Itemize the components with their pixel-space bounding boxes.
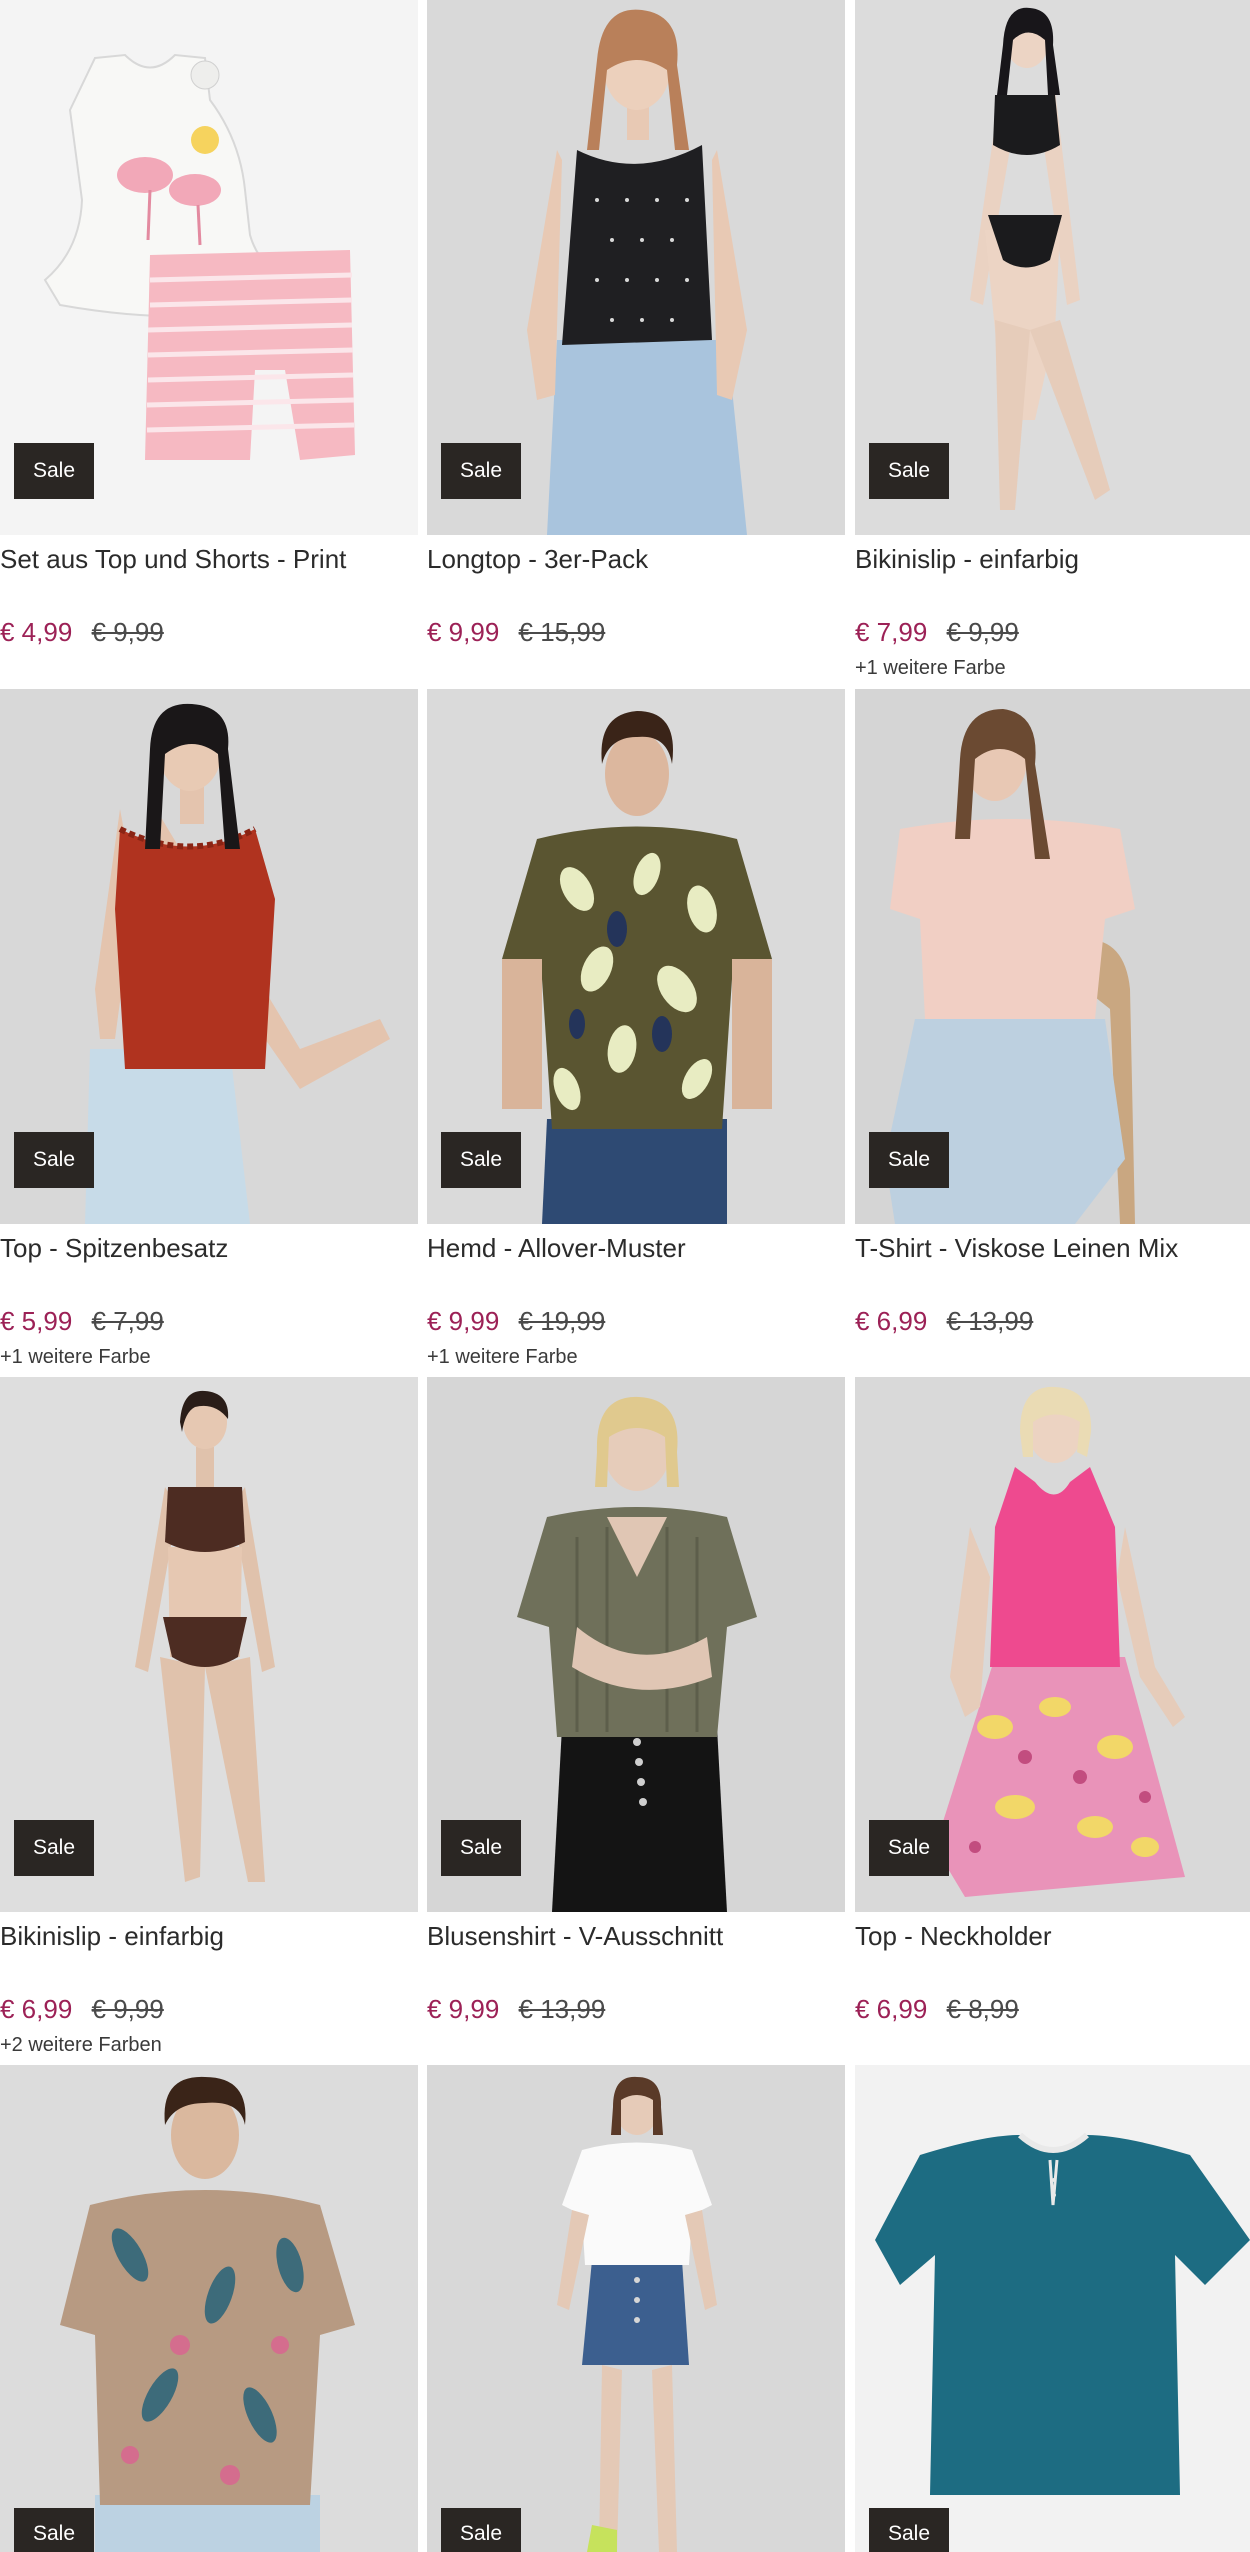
sale-badge: Sale: [869, 1820, 949, 1876]
color-variants-note: +2 weitere Farben: [0, 2034, 162, 2056]
product-card[interactable]: Sale: [0, 2065, 418, 2552]
product-image[interactable]: [855, 2065, 1250, 2552]
sale-price: € 9,99: [427, 617, 500, 647]
product-card[interactable]: Sale Set aus Top und Shorts - Print € 4,…: [0, 0, 418, 688]
original-price: € 9,99: [91, 1994, 164, 2024]
price-row: € 6,99 € 8,99: [855, 1993, 1019, 2025]
product-image[interactable]: [0, 2065, 418, 2552]
price-row: € 7,99 € 9,99: [855, 616, 1019, 648]
original-price: € 13,99: [946, 1306, 1034, 1336]
product-card[interactable]: Sale Hemd - Allover-Muster € 9,99 € 19,9…: [427, 689, 845, 1377]
sale-price: € 6,99: [855, 1306, 928, 1336]
product-card[interactable]: Sale Bikinislip - einfarbig € 6,99 € 9,9…: [0, 1377, 418, 2065]
product-title[interactable]: Bikinislip - einfarbig: [0, 1920, 418, 1952]
product-title[interactable]: Top - Neckholder: [855, 1920, 1250, 1952]
price-row: € 9,99 € 15,99: [427, 616, 605, 648]
price-row: € 5,99 € 7,99: [0, 1305, 164, 1337]
sale-price: € 5,99: [0, 1306, 73, 1336]
sale-price: € 6,99: [855, 1994, 928, 2024]
sale-badge: Sale: [14, 2508, 94, 2552]
color-variants-note: +1 weitere Farbe: [855, 657, 1006, 679]
price-row: € 9,99 € 13,99: [427, 1993, 605, 2025]
original-price: € 13,99: [518, 1994, 606, 2024]
product-grid: Sale Set aus Top und Shorts - Print € 4,…: [0, 0, 1250, 2552]
sale-price: € 9,99: [427, 1994, 500, 2024]
price-row: € 9,99 € 19,99: [427, 1305, 605, 1337]
product-title[interactable]: Hemd - Allover-Muster: [427, 1232, 845, 1264]
color-variants-note: +1 weitere Farbe: [0, 1346, 151, 1368]
sale-badge: Sale: [869, 443, 949, 499]
price-row: € 6,99 € 9,99: [0, 1993, 164, 2025]
product-card[interactable]: Sale Blusenshirt - V-Ausschnitt € 9,99 €…: [427, 1377, 845, 2065]
product-card[interactable]: Sale Top - Neckholder € 6,99 € 8,99: [855, 1377, 1250, 2065]
product-card[interactable]: Sale Longtop - 3er-Pack € 9,99 € 15,99: [427, 0, 845, 688]
price-row: € 4,99 € 9,99: [0, 616, 164, 648]
sale-badge: Sale: [14, 443, 94, 499]
original-price: € 15,99: [518, 617, 606, 647]
product-title[interactable]: Longtop - 3er-Pack: [427, 543, 845, 575]
original-price: € 9,99: [946, 617, 1019, 647]
product-card[interactable]: Sale T-Shirt - Viskose Leinen Mix € 6,99…: [855, 689, 1250, 1377]
product-title[interactable]: Bikinislip - einfarbig: [855, 543, 1250, 575]
product-card[interactable]: Sale Bikinislip - einfarbig € 7,99 € 9,9…: [855, 0, 1250, 688]
sale-badge: Sale: [869, 2508, 949, 2552]
sale-badge: Sale: [441, 2508, 521, 2552]
sale-badge: Sale: [14, 1820, 94, 1876]
product-image[interactable]: [427, 2065, 845, 2552]
product-title[interactable]: T-Shirt - Viskose Leinen Mix: [855, 1232, 1250, 1264]
sale-badge: Sale: [441, 1820, 521, 1876]
sale-badge: Sale: [869, 1132, 949, 1188]
original-price: € 19,99: [518, 1306, 606, 1336]
product-card[interactable]: Sale: [855, 2065, 1250, 2552]
sale-badge: Sale: [14, 1132, 94, 1188]
sale-price: € 6,99: [0, 1994, 73, 2024]
price-row: € 6,99 € 13,99: [855, 1305, 1033, 1337]
original-price: € 7,99: [91, 1306, 164, 1336]
product-title[interactable]: Set aus Top und Shorts - Print: [0, 543, 418, 575]
sale-badge: Sale: [441, 1132, 521, 1188]
color-variants-note: +1 weitere Farbe: [427, 1346, 578, 1368]
sale-price: € 4,99: [0, 617, 73, 647]
sale-price: € 9,99: [427, 1306, 500, 1336]
sale-badge: Sale: [441, 443, 521, 499]
product-card[interactable]: Sale Top - Spitzenbesatz € 5,99 € 7,99 +…: [0, 689, 418, 1377]
product-card[interactable]: Sale: [427, 2065, 845, 2552]
product-title[interactable]: Blusenshirt - V-Ausschnitt: [427, 1920, 845, 1952]
original-price: € 9,99: [91, 617, 164, 647]
original-price: € 8,99: [946, 1994, 1019, 2024]
product-title[interactable]: Top - Spitzenbesatz: [0, 1232, 418, 1264]
sale-price: € 7,99: [855, 617, 928, 647]
